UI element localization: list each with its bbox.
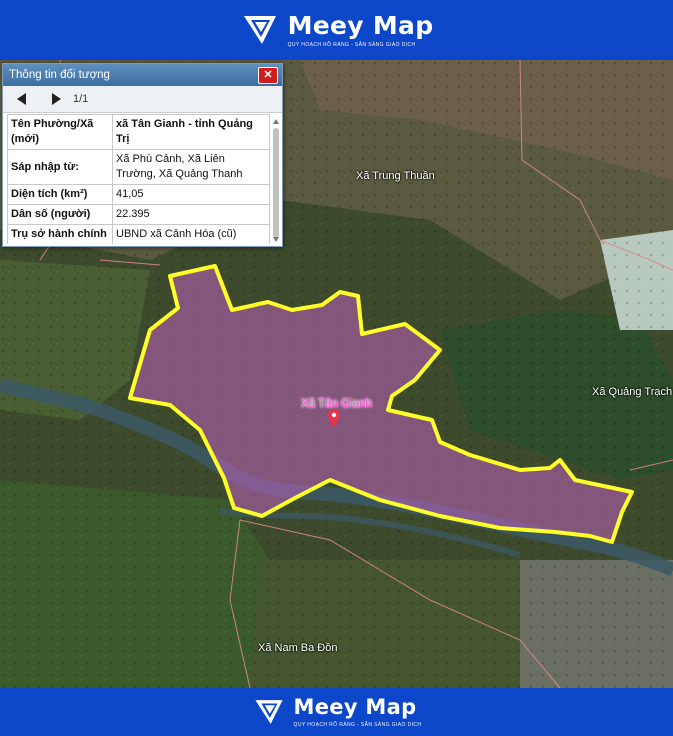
row-key: Tên Phường/Xã (mới) xyxy=(7,114,113,150)
triangle-right-icon xyxy=(52,93,61,105)
brand-name: Meey Map xyxy=(287,10,434,40)
table-row: Dân số (người) 22.395 xyxy=(7,204,270,225)
label-trung-thuan: Xã Trung Thuần xyxy=(356,170,435,182)
panel-header: Thông tin đối tượng ✕ xyxy=(3,64,282,86)
triangle-left-icon xyxy=(17,93,26,105)
top-banner: Meey Map QUY HOẠCH RÕ RÀNG - SẴN SÀNG GI… xyxy=(0,0,673,60)
brand-logo[interactable]: Meey Map QUY HOẠCH RÕ RÀNG - SẴN SÀNG GI… xyxy=(240,10,434,50)
row-key: Diện tích (km²) xyxy=(7,184,113,205)
panel-scrollbar[interactable] xyxy=(272,118,280,243)
close-button[interactable]: ✕ xyxy=(258,67,278,84)
panel-pager: 1/1 xyxy=(3,86,282,113)
next-button[interactable] xyxy=(49,92,63,106)
scroll-down-icon[interactable] xyxy=(272,235,280,243)
brand-name-bottom: Meey Map xyxy=(293,694,417,719)
row-key: Dân số (người) xyxy=(7,204,113,225)
table-row: Trụ sở hành chính (mới)UBND xã Cảnh Hóa … xyxy=(7,224,270,244)
row-value: UBND xã Cảnh Hóa (cũ) xyxy=(112,224,270,244)
row-value: Xã Phù Cảnh, Xã Liên Trường, Xã Quảng Th… xyxy=(112,149,270,185)
info-table: Tên Phường/Xã (mới) xã Tân Gianh - tỉnh Q… xyxy=(7,114,270,244)
bottom-banner: Meey Map QUY HOẠCH RÕ RÀNG - SẴN SÀNG GI… xyxy=(0,688,673,736)
close-icon: ✕ xyxy=(263,69,273,81)
scrollbar-thumb[interactable] xyxy=(273,128,279,238)
panel-title: Thông tin đối tượng xyxy=(9,69,110,81)
label-nam-ba-don: Xã Nam Ba Đồn xyxy=(258,642,338,654)
row-value: 41,05 xyxy=(112,184,270,205)
scroll-up-icon[interactable] xyxy=(272,118,280,126)
row-key: Sáp nhập từ: xyxy=(7,149,113,185)
meey-logo-icon xyxy=(243,16,276,44)
meey-logo-icon xyxy=(254,700,283,724)
label-quang-trach: Xã Quảng Trạch xyxy=(592,386,673,398)
info-table-container[interactable]: Tên Phường/Xã (mới) xã Tân Gianh - tỉnh Q… xyxy=(7,114,270,244)
table-row: Sáp nhập từ: Xã Phù Cảnh, Xã Liên Trường,… xyxy=(7,149,270,185)
row-value: xã Tân Gianh - tỉnh Quảng Trị xyxy=(112,114,270,150)
pager-count: 1/1 xyxy=(73,93,89,105)
row-value: 22.395 xyxy=(112,204,270,225)
prev-button[interactable] xyxy=(15,92,29,106)
table-row: Diện tích (km²) 41,05 xyxy=(7,184,270,205)
brand-tagline: QUY HOẠCH RÕ RÀNG - SẴN SÀNG GIAO DỊCH xyxy=(287,41,416,48)
row-key: Trụ sở hành chính (mới) xyxy=(7,224,113,244)
brand-tagline-bottom: QUY HOẠCH RÕ RÀNG - SẴN SÀNG GIAO DỊCH xyxy=(293,721,422,728)
location-pin-icon[interactable] xyxy=(328,409,340,427)
brand-logo-bottom[interactable]: Meey Map QUY HOẠCH RÕ RÀNG - SẴN SÀNG GI… xyxy=(252,695,422,729)
table-row: Tên Phường/Xã (mới) xã Tân Gianh - tỉnh Q… xyxy=(7,114,270,150)
object-info-panel: Thông tin đối tượng ✕ 1/1 Tên Phường/Xã … xyxy=(2,63,283,247)
